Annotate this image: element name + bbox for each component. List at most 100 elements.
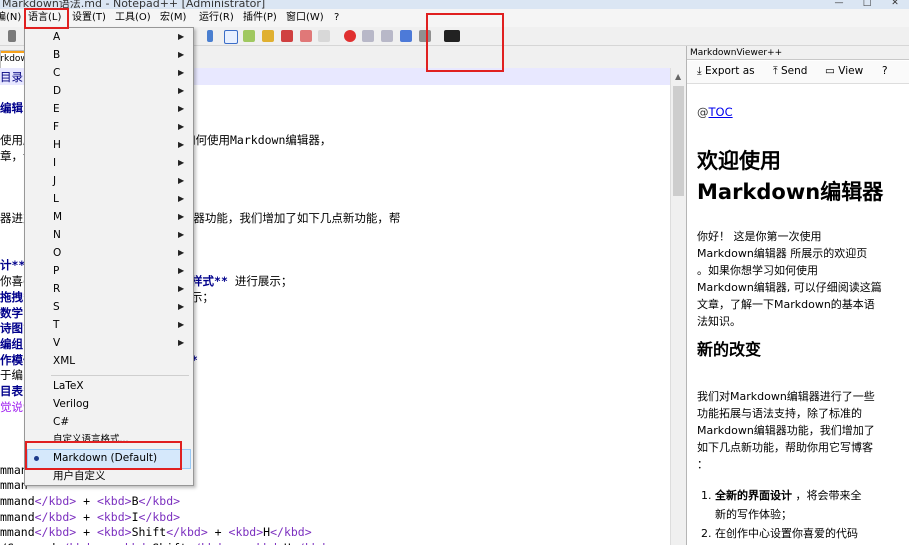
menu-item-letter[interactable]: O — [53, 245, 61, 261]
menu-encoding[interactable]: 编(N) — [0, 11, 21, 25]
menu-help[interactable]: ? — [334, 11, 339, 25]
export-button[interactable]: ⤓ Export as — [697, 65, 755, 78]
menu-window[interactable]: 窗口(W) — [286, 11, 324, 25]
close-button[interactable]: ✕ — [881, 0, 909, 9]
folder-workspace-icon[interactable] — [281, 30, 293, 42]
export-label: Export as — [705, 65, 755, 77]
code-token: 诗图 — [0, 321, 23, 336]
code-token: 器进 — [0, 211, 23, 226]
changes-paragraph: 我们对Markdown编辑器进行了一些 功能拓展与语法支持，除了标准的 Markdo… — [697, 388, 907, 473]
menu-item-letter[interactable]: T — [53, 317, 59, 333]
list-item: 2. 在创作中心设置你喜爱的代码 — [701, 524, 909, 543]
menu-tools[interactable]: 工具(O) — [115, 11, 151, 25]
code-token: 数学 — [0, 305, 23, 320]
submenu-arrow-icon: ▶ — [178, 194, 185, 203]
changes-line: 功能拓展与语法支持，除了标准的 — [697, 407, 862, 420]
play-macro-icon[interactable] — [381, 30, 393, 42]
toc-at: @ — [697, 105, 709, 119]
code-line: mmand</kbd> + <kbd>Shift</kbd> + <kbd>H<… — [0, 524, 312, 540]
menu-macro[interactable]: 宏(M) — [160, 11, 186, 25]
view-label: View — [838, 65, 864, 77]
code-line: 编组 — [0, 336, 23, 352]
send-button[interactable]: ⤒ Send — [773, 65, 807, 78]
list-number: 2. — [701, 527, 712, 540]
language-menu: A ▶ B ▶ C ▶ D ▶ E ▶ F ▶ H ▶ I ▶ J ▶ L ▶ M ▶ N ▶ O ▶ P ▶ R ▶ S ▶ T ▶ V ▶ XML… — [24, 27, 194, 486]
eye-icon[interactable] — [318, 30, 330, 42]
stop-macro-icon[interactable] — [362, 30, 374, 42]
submenu-arrow-icon: ▶ — [178, 158, 185, 167]
indent-guide-icon[interactable] — [224, 30, 238, 44]
code-line: mmand</kbd> + <kbd>I</kbd> — [0, 509, 180, 525]
code-token: </kbd> — [34, 525, 77, 540]
menu-item-xml[interactable]: XML — [53, 353, 75, 369]
help-button[interactable]: ? — [882, 65, 888, 77]
submenu-arrow-icon: ▶ — [178, 32, 185, 41]
code-token: 编辑 — [0, 101, 23, 116]
menu-item-letter[interactable]: N — [53, 227, 61, 243]
menu-item-latex[interactable]: LaTeX — [53, 378, 84, 394]
code-token: I — [131, 509, 139, 524]
redo-icon[interactable] — [8, 30, 16, 42]
scroll-up-icon[interactable]: ▲ — [675, 72, 681, 81]
menu-item-user-custom[interactable]: 用户自定义 — [53, 468, 106, 484]
doc-map-icon[interactable] — [243, 30, 255, 42]
intro-line: Markdown编辑器 所展示的欢迎页 — [697, 247, 868, 260]
highlight-markdown-viewer-button — [426, 13, 504, 72]
changes-line: 如下几点新功能，帮助你用它写博客 — [697, 441, 873, 454]
code-token: 你喜 — [0, 274, 23, 289]
menu-item-letter[interactable]: A — [53, 29, 60, 45]
menu-item-letter[interactable]: R — [53, 281, 60, 297]
list-text: 新的写作体验； — [715, 508, 792, 521]
submenu-arrow-icon: ▶ — [178, 230, 185, 239]
markdown-viewer-panel: MarkdownViewer++ ⤓ Export as ⤒ Send ▭ Vi… — [686, 46, 909, 545]
upload-icon: ⤒ — [773, 65, 778, 77]
editor-scrollbar[interactable]: ▲ — [670, 68, 687, 545]
code-token: + — [207, 525, 229, 540]
menu-item-csharp[interactable]: C# — [53, 414, 69, 430]
monitor-icon[interactable] — [300, 30, 312, 42]
code-token: </kbd> — [187, 541, 229, 545]
menu-item-letter[interactable]: P — [53, 263, 59, 279]
paragraph-icon[interactable] — [207, 30, 213, 42]
menu-item-letter[interactable]: I — [53, 155, 56, 171]
menu-item-letter[interactable]: F — [53, 119, 59, 135]
menu-item-letter[interactable]: E — [53, 101, 60, 117]
submenu-arrow-icon: ▶ — [178, 68, 185, 77]
menu-item-verilog[interactable]: Verilog — [53, 396, 89, 412]
code-line: mmand</kbd> + <kbd>B</kbd> — [0, 493, 180, 509]
code-token: + — [97, 541, 118, 545]
play-multiple-icon[interactable] — [400, 30, 412, 42]
code-line: 数学 — [0, 305, 23, 321]
menu-item-letter[interactable]: L — [53, 191, 59, 207]
heading-welcome-line2: Markdown编辑器 — [697, 180, 884, 204]
code-token: /Command — [0, 541, 55, 545]
menu-item-letter[interactable]: J — [53, 173, 56, 189]
function-list-icon[interactable] — [262, 30, 274, 42]
maximize-button[interactable]: □ — [853, 0, 881, 9]
code-token: + — [76, 493, 97, 508]
minimize-button[interactable]: — — [825, 0, 853, 9]
menu-item-letter[interactable]: S — [53, 299, 60, 315]
toc-link[interactable]: TOC — [709, 105, 733, 119]
code-token: <kbd> — [228, 525, 264, 540]
record-macro-icon[interactable] — [344, 30, 356, 42]
menu-item-letter[interactable]: M — [53, 209, 62, 225]
menu-item-letter[interactable]: D — [53, 83, 61, 99]
send-label: Send — [781, 65, 808, 77]
feature-list: 1.全新的界面设计 ，将会带来全新的写作体验；2.在创作中心设置你喜爱的代码高亮… — [701, 486, 909, 545]
code-token: <kbd> — [249, 541, 284, 545]
intro-line: 。如果你想学习如何使用 — [697, 264, 818, 277]
menu-item-letter[interactable]: B — [53, 47, 60, 63]
code-token: 于编 — [0, 368, 23, 383]
code-token: </kbd> — [138, 509, 181, 524]
menu-item-letter[interactable]: V — [53, 335, 60, 351]
menu-plugins[interactable]: 插件(P) — [243, 11, 277, 25]
menu-settings[interactable]: 设置(T) — [72, 11, 106, 25]
menu-run[interactable]: 运行(R) — [199, 11, 234, 25]
code-token: 编组 — [0, 336, 23, 351]
code-token: Shift — [131, 525, 167, 540]
menu-item-letter[interactable]: H — [53, 137, 61, 153]
menu-item-letter[interactable]: C — [53, 65, 60, 81]
view-button[interactable]: ▭ View — [825, 65, 863, 77]
scroll-thumb[interactable] — [673, 86, 684, 196]
